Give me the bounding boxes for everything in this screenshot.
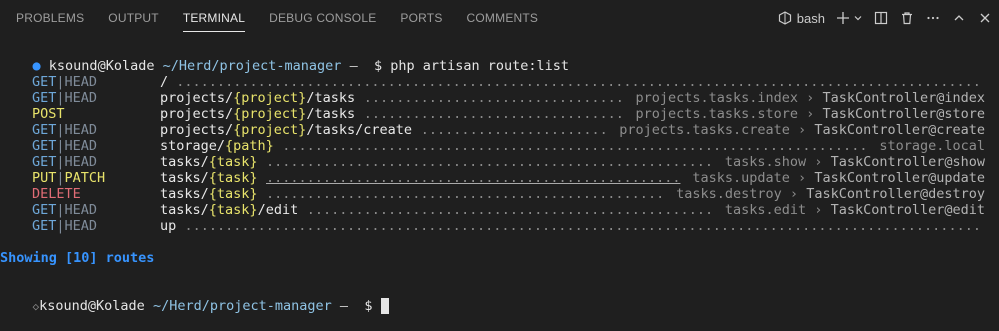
prompt-user: ksound@Kolade	[48, 58, 155, 74]
route-dots: ........................................…	[306, 202, 714, 218]
route-name: tasks.show › TaskController@show	[724, 154, 985, 170]
route-row: DELETE tasks/{task} tasks.destroy › TaskCo…	[0, 186, 999, 202]
prompt-dash: —	[339, 298, 349, 314]
route-name: projects.tasks.index › TaskController@in…	[635, 90, 985, 106]
route-dots: ................................	[363, 106, 624, 122]
prompt-dash: —	[349, 58, 358, 74]
route-row: GET|HEAD projects/{project}/tasks projects…	[0, 90, 999, 106]
route-uri: tasks/{task}	[160, 186, 258, 202]
prompt-indicator-icon: ●	[32, 58, 41, 74]
route-row: GET|HEAD /...............................…	[0, 74, 999, 90]
route-uri: projects/{project}/tasks	[160, 106, 356, 122]
prompt-path: ~/Herd/project-manager	[162, 58, 342, 74]
trash-icon[interactable]	[899, 10, 915, 26]
route-dots: ........................................…	[265, 186, 665, 202]
route-method: GET|HEAD	[32, 138, 98, 154]
tab-debug-console[interactable]: DEBUG CONSOLE	[253, 0, 376, 36]
terminal-toolbar: bash	[777, 0, 993, 36]
route-row: PUT|PATCH tasks/{task} tasks.update › Task…	[0, 170, 999, 186]
route-name: tasks.edit › TaskController@edit	[724, 202, 985, 218]
route-uri: up	[160, 218, 177, 234]
route-method: GET|HEAD	[32, 154, 98, 170]
chevron-down-icon[interactable]	[853, 10, 863, 26]
route-summary: Showing [10] routes	[0, 250, 155, 266]
route-method: GET|HEAD	[32, 218, 98, 234]
route-dots: ........................................…	[282, 138, 868, 154]
tab-output[interactable]: OUTPUT	[92, 0, 159, 36]
tab-comments[interactable]: COMMENTS	[451, 0, 539, 36]
route-uri: tasks/{task}/edit	[160, 202, 299, 218]
route-row: GET|HEAD up..............................…	[0, 218, 999, 234]
tab-problems[interactable]: PROBLEMS	[0, 0, 84, 36]
tab-terminal[interactable]: TERMINAL	[167, 0, 246, 36]
route-name: projects.tasks.store › TaskController@st…	[635, 106, 985, 122]
route-dots: ........................................…	[184, 218, 981, 234]
route-dots: ........................................…	[265, 170, 681, 186]
route-method: POST	[32, 106, 65, 122]
route-uri: tasks/{task}	[160, 154, 258, 170]
tab-ports[interactable]: PORTS	[384, 0, 442, 36]
route-uri: projects/{project}/tasks	[160, 90, 356, 106]
more-icon[interactable]	[925, 10, 941, 26]
bash-terminal-icon[interactable]	[777, 10, 793, 26]
prompt-symbol: $	[373, 58, 383, 74]
route-dots: ........................................…	[176, 74, 981, 90]
command-text: php artisan route:list	[390, 58, 570, 74]
current-prompt-line[interactable]: ◇ksound@Kolade ~/Herd/project-manager — …	[0, 282, 389, 314]
split-terminal-icon[interactable]	[873, 10, 889, 26]
prompt-user: ksound@Kolade	[39, 298, 145, 314]
route-method: GET|HEAD	[32, 122, 98, 138]
prompt-path: ~/Herd/project-manager	[152, 298, 332, 314]
route-method: PUT|PATCH	[32, 170, 106, 186]
route-name: tasks.update › TaskController@update	[692, 170, 985, 186]
route-method: GET|HEAD	[32, 202, 98, 218]
terminal-output[interactable]: ● ksound@Kolade ~/Herd/project-manager —…	[0, 36, 999, 314]
prompt-symbol: $	[364, 298, 373, 314]
route-dots: ................................	[363, 90, 624, 106]
route-row: POST projects/{project}/tasks projects.tas…	[0, 106, 999, 122]
route-uri: /	[160, 74, 169, 90]
route-uri: projects/{project}/tasks/create	[160, 122, 412, 138]
route-dots: .......................	[420, 122, 608, 138]
route-row: GET|HEAD projects/{project}/tasks/create p…	[0, 122, 999, 138]
close-icon[interactable]	[977, 10, 993, 26]
route-method: GET|HEAD	[32, 74, 98, 90]
route-name: projects.tasks.create › TaskController@c…	[619, 122, 985, 138]
maximize-panel-icon[interactable]	[951, 10, 967, 26]
route-dots: ........................................…	[265, 154, 713, 170]
route-method: DELETE	[32, 186, 81, 202]
route-method: GET|HEAD	[32, 90, 98, 106]
route-row: GET|HEAD storage/{path} storage.local.....…	[0, 138, 999, 154]
route-row: GET|HEAD tasks/{task} tasks.show › TaskCon…	[0, 154, 999, 170]
route-name: tasks.destroy › TaskController@destroy	[676, 186, 985, 202]
route-name: storage.local	[879, 138, 985, 154]
command-prompt-line: ● ksound@Kolade ~/Herd/project-manager —…	[0, 42, 570, 74]
route-uri: tasks/{task}	[160, 170, 258, 186]
add-terminal-icon[interactable]	[835, 10, 851, 26]
prompt-indicator-icon: ◇	[32, 300, 40, 313]
shell-name[interactable]: bash	[797, 11, 825, 26]
route-row: GET|HEAD tasks/{task}/edit tasks.edit › Ta…	[0, 202, 999, 218]
route-uri: storage/{path}	[160, 138, 274, 154]
terminal-cursor	[380, 298, 389, 314]
